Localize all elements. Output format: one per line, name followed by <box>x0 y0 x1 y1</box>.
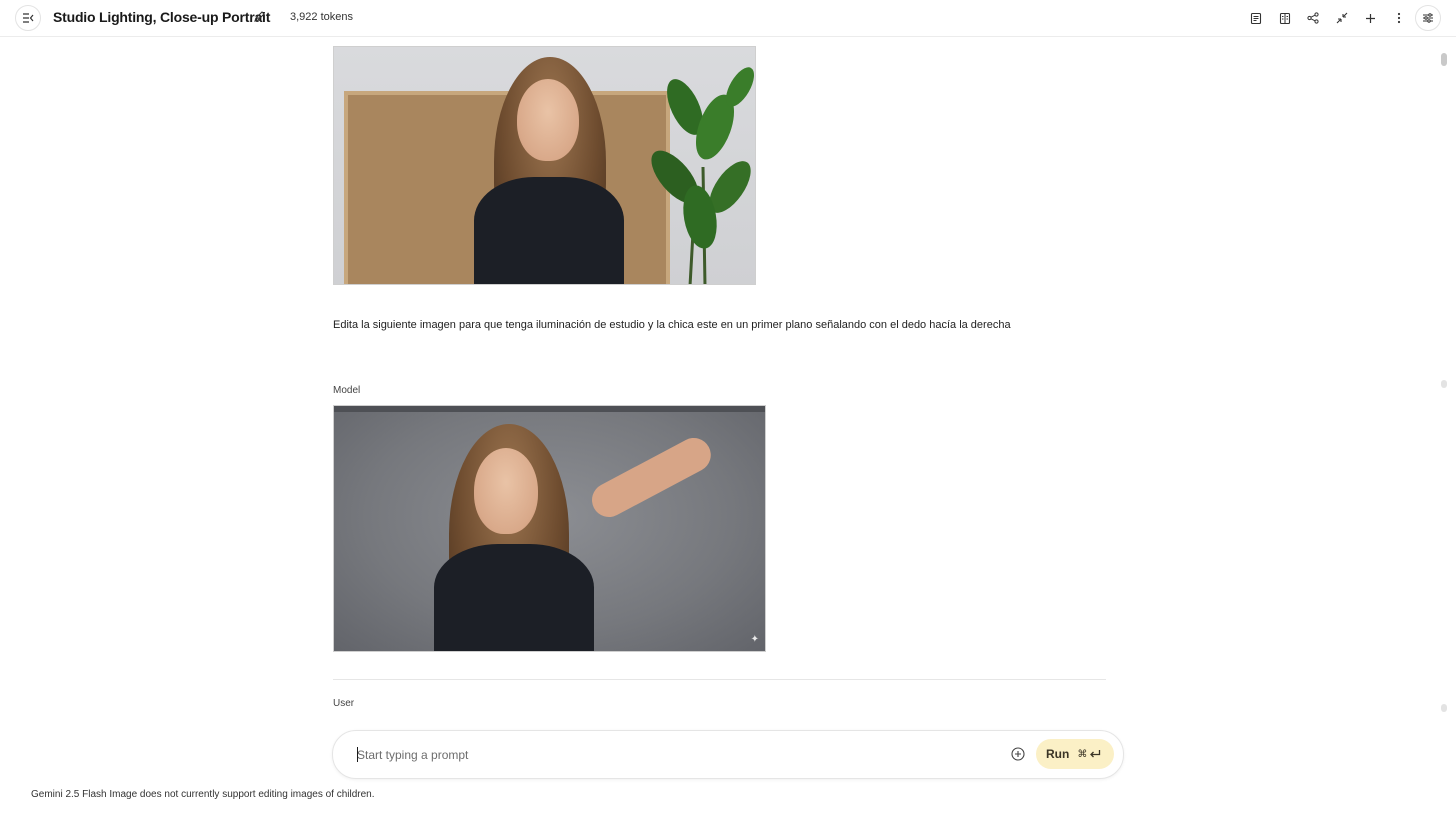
disclaimer-text: Gemini 2.5 Flash Image does not currentl… <box>31 789 375 800</box>
prompt-composer <box>332 730 1124 779</box>
run-label: Run <box>1046 747 1070 761</box>
run-settings-button[interactable] <box>1415 5 1441 31</box>
add-icon <box>1365 13 1375 23</box>
model-output-image[interactable]: ✦ <box>333 405 766 652</box>
add-circle-icon <box>1011 747 1025 761</box>
document-button[interactable] <box>1247 9 1265 27</box>
menu-collapse-icon <box>23 13 34 23</box>
tune-icon <box>1423 13 1433 23</box>
user-input-image[interactable] <box>333 46 756 285</box>
user-prompt-text: Edita la siguiente imagen para que tenga… <box>333 319 1011 331</box>
document-icon <box>1250 12 1262 24</box>
text-caret <box>357 747 358 762</box>
edit-title-button[interactable] <box>252 10 266 24</box>
scrollbar-thumb[interactable] <box>1441 53 1447 66</box>
token-count: 3,922 tokens <box>290 11 353 23</box>
edit-icon <box>254 11 265 22</box>
run-shortcut: ⌘ <box>1077 749 1101 760</box>
compare-button[interactable] <box>1276 9 1294 27</box>
compare-icon <box>1279 12 1291 24</box>
more-vert-icon <box>1397 12 1401 24</box>
prompt-input[interactable] <box>357 745 997 765</box>
menu-collapse-button[interactable] <box>15 5 41 31</box>
person-illustration <box>464 57 634 284</box>
scroll-marker <box>1441 380 1447 388</box>
share-button[interactable] <box>1304 9 1322 27</box>
add-media-button[interactable] <box>1010 746 1026 762</box>
compress-icon <box>1336 12 1348 24</box>
share-icon <box>1307 12 1319 24</box>
page-title: Studio Lighting, Close-up Portrait <box>53 9 271 25</box>
sparkle-icon: ✦ <box>750 634 759 645</box>
top-bar: Studio Lighting, Close-up Portrait 3,922… <box>0 0 1456 37</box>
image-top-strip <box>334 406 765 412</box>
divider <box>333 679 1106 680</box>
model-role-label: Model <box>333 385 361 396</box>
user-role-label: User <box>333 698 355 709</box>
new-chat-button[interactable] <box>1361 9 1379 27</box>
plant-illustration <box>651 67 754 284</box>
compress-button[interactable] <box>1333 9 1351 27</box>
more-options-button[interactable] <box>1390 9 1408 27</box>
enter-key-icon <box>1090 750 1101 758</box>
run-button[interactable]: Run ⌘ <box>1036 739 1114 769</box>
person-pointing-illustration <box>429 424 639 651</box>
scroll-marker <box>1441 704 1447 712</box>
command-key-icon: ⌘ <box>1077 748 1088 760</box>
